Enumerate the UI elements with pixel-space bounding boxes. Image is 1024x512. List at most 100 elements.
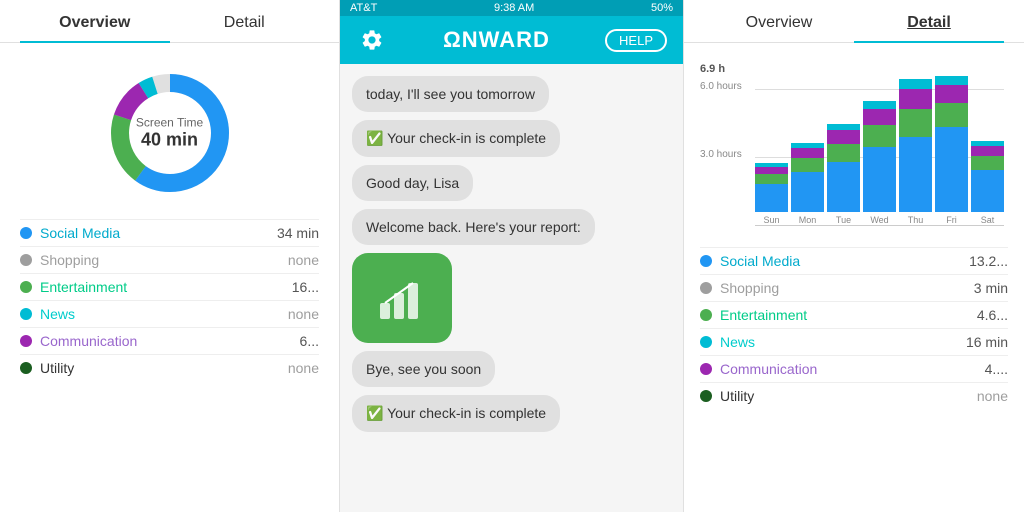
y-label-3: 3.0 hours bbox=[700, 149, 742, 160]
label-social: Social Media bbox=[40, 225, 120, 241]
chat-message-1: today, I'll see you tomorrow bbox=[352, 76, 549, 112]
xlabel-mon: Mon bbox=[799, 215, 817, 225]
seg-ent-fri bbox=[935, 103, 968, 127]
right-panel: Overview Detail 6.9 h 6.0 hours 3.0 hour… bbox=[684, 0, 1024, 512]
gear-button[interactable] bbox=[356, 24, 388, 56]
value-entertainment: 16... bbox=[292, 279, 319, 295]
seg-ent-wed bbox=[863, 125, 896, 147]
bar-chart: 6.9 h 6.0 hours 3.0 hours Sun bbox=[684, 43, 1024, 243]
status-bar: AT&T 9:38 AM 50% bbox=[340, 0, 683, 16]
bar-sun: Sun bbox=[755, 163, 788, 225]
seg-news-fri bbox=[935, 76, 968, 85]
dot-shopping bbox=[20, 254, 32, 266]
xlabel-thu: Thu bbox=[908, 215, 924, 225]
chat-message-2: ✅ Your check-in is complete bbox=[352, 120, 560, 157]
donut-title: Screen Time bbox=[136, 116, 203, 130]
r-value-news: 16 min bbox=[966, 334, 1008, 350]
donut-label: Screen Time 40 min bbox=[136, 116, 203, 151]
r-legend-utility: Utility none bbox=[700, 382, 1008, 409]
seg-news-thu bbox=[899, 79, 932, 89]
legend-item-social: Social Media 34 min bbox=[20, 219, 319, 246]
seg-comm-tue bbox=[827, 130, 860, 144]
seg-comm-sat bbox=[971, 146, 1004, 156]
r-legend-entertainment: Entertainment 4.6... bbox=[700, 301, 1008, 328]
xlabel-tue: Tue bbox=[836, 215, 851, 225]
r-value-shopping: 3 min bbox=[974, 280, 1008, 296]
dot-communication bbox=[20, 335, 32, 347]
r-legend-news: News 16 min bbox=[700, 328, 1008, 355]
r-label-utility: Utility bbox=[720, 388, 754, 404]
r-dot-entertainment bbox=[700, 309, 712, 321]
legend-item-entertainment: Entertainment 16... bbox=[20, 273, 319, 300]
middle-panel: AT&T 9:38 AM 50% ΩNWARD HELP today, I'll… bbox=[340, 0, 684, 512]
seg-ent-sun bbox=[755, 174, 788, 184]
seg-ent-mon bbox=[791, 158, 824, 172]
right-tabs: Overview Detail bbox=[684, 0, 1024, 43]
r-value-communication: 4.... bbox=[985, 361, 1008, 377]
r-legend-communication: Communication 4.... bbox=[700, 355, 1008, 382]
value-utility: none bbox=[288, 360, 319, 376]
r-label-social: Social Media bbox=[720, 253, 800, 269]
label-utility: Utility bbox=[40, 360, 74, 376]
bar-fri: Fri bbox=[935, 76, 968, 225]
xlabel-fri: Fri bbox=[946, 215, 957, 225]
seg-social-sun bbox=[755, 184, 788, 212]
left-tabs: Overview Detail bbox=[0, 0, 339, 43]
value-news: none bbox=[288, 306, 319, 322]
time: 9:38 AM bbox=[494, 2, 534, 14]
label-shopping: Shopping bbox=[40, 252, 99, 268]
label-news: News bbox=[40, 306, 75, 322]
seg-comm-sun bbox=[755, 167, 788, 174]
chat-message-4: Welcome back. Here's your report: bbox=[352, 209, 595, 245]
tab-overview-left[interactable]: Overview bbox=[20, 0, 170, 42]
tab-detail-right[interactable]: Detail bbox=[854, 0, 1004, 42]
seg-social-mon bbox=[791, 172, 824, 212]
xlabel-sun: Sun bbox=[763, 215, 779, 225]
r-value-entertainment: 4.6... bbox=[977, 307, 1008, 323]
label-communication: Communication bbox=[40, 333, 137, 349]
r-dot-social bbox=[700, 255, 712, 267]
dot-entertainment bbox=[20, 281, 32, 293]
bars: Sun Mon bbox=[755, 89, 1004, 225]
peak-label: 6.9 h bbox=[700, 63, 725, 75]
legend-item-utility: Utility none bbox=[20, 354, 319, 381]
r-value-social: 13.2... bbox=[969, 253, 1008, 269]
chat-area[interactable]: today, I'll see you tomorrow ✅ Your chec… bbox=[340, 64, 683, 512]
r-legend-social: Social Media 13.2... bbox=[700, 247, 1008, 274]
carrier: AT&T bbox=[350, 2, 377, 14]
chat-message-6: ✅ Your check-in is complete bbox=[352, 395, 560, 432]
gear-icon bbox=[360, 28, 384, 52]
tab-detail-left[interactable]: Detail bbox=[170, 0, 320, 42]
xlabel-wed: Wed bbox=[870, 215, 888, 225]
seg-social-thu bbox=[899, 137, 932, 212]
label-entertainment: Entertainment bbox=[40, 279, 127, 295]
donut-value: 40 min bbox=[136, 130, 203, 151]
seg-social-fri bbox=[935, 127, 968, 212]
r-dot-communication bbox=[700, 363, 712, 375]
r-dot-shopping bbox=[700, 282, 712, 294]
help-button[interactable]: HELP bbox=[605, 29, 667, 52]
value-communication: 6... bbox=[300, 333, 319, 349]
r-value-utility: none bbox=[977, 388, 1008, 404]
xlabel-sat: Sat bbox=[981, 215, 995, 225]
seg-news-wed bbox=[863, 101, 896, 109]
report-icon bbox=[352, 253, 452, 343]
tab-overview-right[interactable]: Overview bbox=[704, 0, 854, 42]
seg-comm-wed bbox=[863, 109, 896, 125]
seg-social-sat bbox=[971, 170, 1004, 212]
seg-comm-mon bbox=[791, 148, 824, 158]
dot-utility bbox=[20, 362, 32, 374]
r-legend-shopping: Shopping 3 min bbox=[700, 274, 1008, 301]
right-legend: Social Media 13.2... Shopping 3 min Ente… bbox=[684, 243, 1024, 512]
r-label-news: News bbox=[720, 334, 755, 350]
r-dot-news bbox=[700, 336, 712, 348]
value-shopping: none bbox=[288, 252, 319, 268]
seg-social-wed bbox=[863, 147, 896, 212]
r-label-shopping: Shopping bbox=[720, 280, 779, 296]
bar-sat: Sat bbox=[971, 141, 1004, 225]
left-panel: Overview Detail Screen Time 40 min bbox=[0, 0, 340, 512]
middle-header: ΩNWARD HELP bbox=[340, 16, 683, 64]
r-label-entertainment: Entertainment bbox=[720, 307, 807, 323]
r-dot-utility bbox=[700, 390, 712, 402]
app-title: ΩNWARD bbox=[443, 27, 550, 53]
